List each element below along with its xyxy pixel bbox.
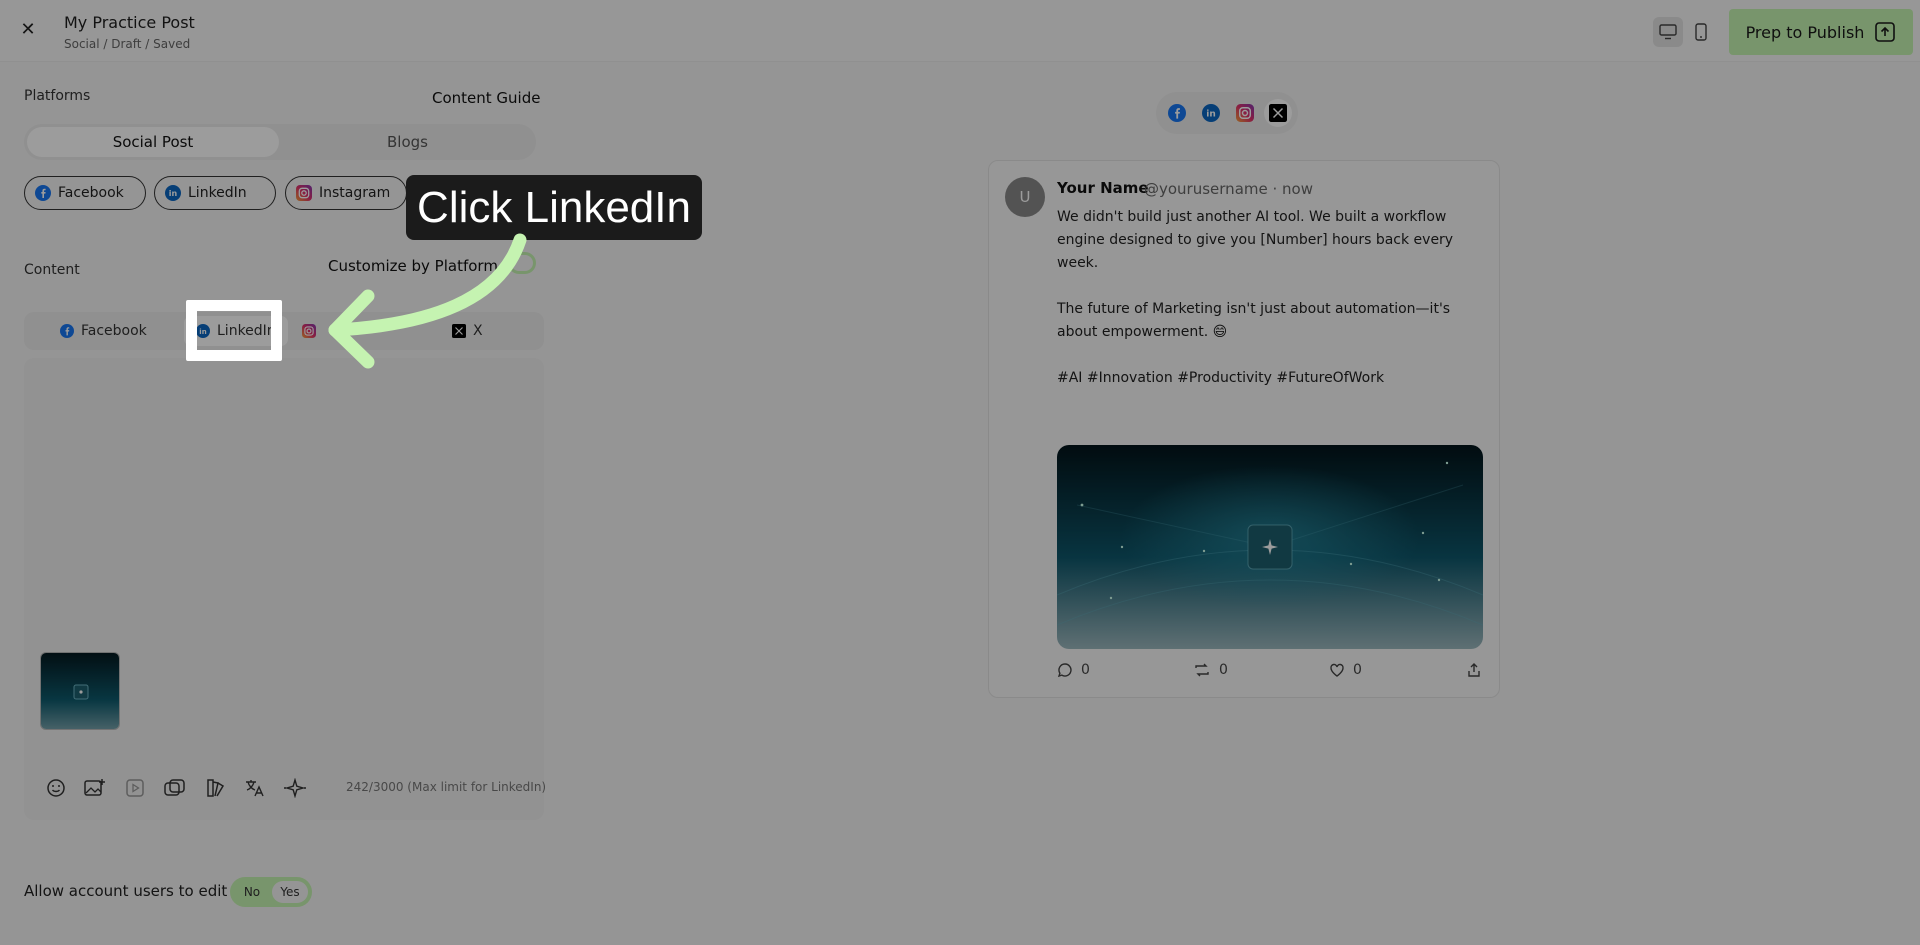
tutorial-highlight-box xyxy=(186,300,282,361)
tutorial-dim-overlay xyxy=(0,0,1920,945)
tutorial-callout: Click LinkedIn xyxy=(406,175,702,240)
